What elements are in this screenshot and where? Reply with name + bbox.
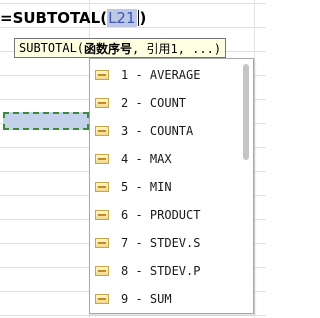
list-item-counta[interactable]: 3 - COUNTA (90, 117, 238, 145)
list-item-label: 6 - PRODUCT (121, 208, 201, 222)
list-item-max[interactable]: 4 - MAX (90, 145, 238, 173)
list-item-label: 1 - AVERAGE (121, 68, 201, 82)
list-item-label: 3 - COUNTA (121, 124, 194, 138)
column-divider (254, 0, 255, 318)
formula-prefix: =SUBTOTAL( (0, 9, 108, 27)
function-icon (95, 98, 109, 108)
function-icon (95, 154, 109, 164)
list-item-min[interactable]: 5 - MIN (90, 173, 238, 201)
function-argument-dropdown[interactable]: 1 - AVERAGE 2 - COUNT 3 - COUNTA 4 - MAX… (89, 58, 254, 314)
list-item-label: 2 - COUNT (121, 96, 187, 110)
function-icon (95, 294, 109, 304)
dropdown-scrollbar[interactable] (240, 60, 252, 312)
list-item-label: 7 - STDEV.S (121, 236, 201, 250)
tooltip-current-argument: 函数序号 (84, 41, 133, 56)
scrollbar-thumb[interactable] (243, 64, 249, 160)
text-cursor (137, 10, 139, 26)
formula-input[interactable]: =SUBTOTAL( L21 ) (0, 6, 146, 30)
referenced-cell[interactable] (3, 112, 89, 130)
list-item-label: 5 - MIN (121, 180, 172, 194)
list-item-average[interactable]: 1 - AVERAGE (90, 61, 238, 89)
list-item-stdev-p[interactable]: 8 - STDEV.P (90, 257, 238, 285)
tooltip-function-name[interactable]: SUBTOTAL (19, 41, 77, 55)
list-item-label: 4 - MAX (121, 152, 172, 166)
tooltip-open-paren: ( (76, 41, 85, 55)
function-icon (95, 210, 109, 220)
list-item-stdev-s[interactable]: 7 - STDEV.S (90, 229, 238, 257)
tooltip-remaining-arguments: , 引用1, ...) (132, 41, 222, 56)
list-item-label: 8 - STDEV.P (121, 264, 201, 278)
list-item-product[interactable]: 6 - PRODUCT (90, 201, 238, 229)
list-item-label: 9 - SUM (121, 292, 172, 306)
function-icon (95, 70, 109, 80)
list-item-sum[interactable]: 9 - SUM (90, 285, 238, 313)
function-icon (95, 238, 109, 248)
formula-reference[interactable]: L21 (107, 9, 137, 27)
list-item-count[interactable]: 2 - COUNT (90, 89, 238, 117)
function-icon (95, 182, 109, 192)
function-icon (95, 266, 109, 276)
function-syntax-tooltip: SUBTOTAL ( 函数序号 , 引用1, ...) (14, 38, 227, 58)
function-icon (95, 126, 109, 136)
formula-suffix: ) (139, 9, 147, 27)
